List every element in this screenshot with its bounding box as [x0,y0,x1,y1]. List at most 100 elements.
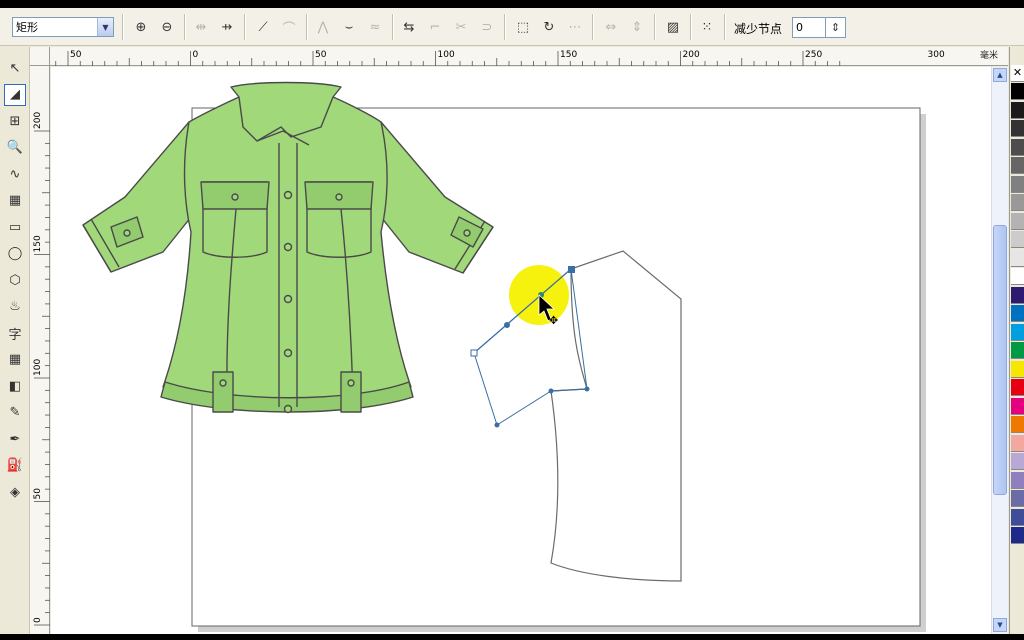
reduce-nodes-input[interactable]: 0 [792,17,826,38]
pick-tool[interactable]: ↖ [4,57,26,79]
blend-icon: ◧ [8,378,22,394]
auto-close-icon[interactable]: ⊃ [478,18,496,36]
path-node[interactable] [584,386,590,392]
horizontal-ruler[interactable]: 50 0 50 100 150 200 250 300 毫米 [50,47,1008,66]
ruler-tick-label: 200 [33,112,43,129]
control-node[interactable] [470,349,478,357]
color-swatch[interactable] [1011,471,1024,489]
color-swatch[interactable] [1011,342,1024,359]
color-swatch[interactable] [1011,157,1024,174]
select-all-nodes-icon[interactable]: ⁙ [698,18,716,36]
extend-curve-icon[interactable]: ⌐ [426,18,444,36]
color-swatch[interactable] [1011,101,1024,119]
elastic-mode-icon[interactable]: ▨ [664,18,682,36]
reverse-direction-icon[interactable]: ⇆ [400,18,418,36]
polygon-tool[interactable]: ⬡ [4,269,26,291]
cusp-node-icon[interactable]: ⋀ [314,18,332,36]
left-sleeve[interactable] [82,121,192,273]
convert-to-curve-icon[interactable]: ⌒ [280,18,298,37]
rotate-nodes-icon[interactable]: ↻ [540,18,558,36]
extract-subpath-icon[interactable]: ✂ [452,18,470,36]
interactive-tool[interactable]: ◧ [4,375,26,397]
convert-to-line-icon[interactable]: ⟋ [254,18,272,36]
fill-tool[interactable]: ⛽ [4,455,26,477]
stretch-nodes-icon[interactable]: ⬚ [514,18,532,36]
color-swatch[interactable] [1011,379,1024,396]
coreldraw-window: 矩形 ▼ ⊕ ⊖ ⇹ ⇸ ⟋ ⌒ ⋀ ⌣ ≈ ⇆ ⌐ ✂ ⊃ ⬚ ↻ ⋯ ⇔ ⇕… [0,8,1024,634]
smooth-node-icon[interactable]: ⌣ [340,18,358,36]
color-swatch[interactable] [1011,212,1024,230]
rectangle-tool[interactable]: ▭ [4,216,26,238]
object-type-dropdown[interactable]: 矩形 ▼ [12,17,114,37]
path-node[interactable] [494,422,500,428]
color-swatch[interactable] [1011,360,1024,378]
arrow-icon: ↖ [9,60,21,76]
color-swatch[interactable] [1011,175,1024,193]
vertical-scrollbar[interactable]: ▲ ▼ [991,67,1008,634]
scroll-down-icon[interactable]: ▼ [993,618,1007,632]
color-swatch[interactable] [1011,323,1024,341]
shape-node-icon: ◢ [10,87,20,102]
color-swatch[interactable] [1011,138,1024,156]
color-swatch[interactable] [1011,527,1024,544]
color-swatch[interactable] [1011,194,1024,211]
path-node[interactable] [548,388,554,394]
scrollbar-thumb[interactable] [993,225,1007,495]
break-curve-icon[interactable]: ⇸ [218,18,236,36]
color-swatch[interactable] [1011,508,1024,526]
smart-fill-tool[interactable]: ▦ [4,190,26,212]
eyedropper-tool[interactable]: ✎ [4,402,26,424]
drawing-canvas[interactable]: ✥ [51,67,991,634]
add-node-icon[interactable]: ⊕ [132,18,150,36]
selected-node[interactable] [568,266,575,273]
mirror-horizontal-icon[interactable]: ⇔ [602,18,620,36]
text-tool[interactable]: 字 [4,322,26,344]
outline-tool[interactable]: ✒ [4,428,26,450]
ruler-corner[interactable] [30,47,50,66]
crop-tool[interactable]: ⊞ [4,110,26,132]
zoom-icon: 🔍 [6,140,24,155]
ruler-tick-label: 0 [33,617,43,623]
pen-nib-icon: ✒ [9,431,21,447]
color-swatch[interactable] [1011,83,1024,100]
color-swatch[interactable] [1011,490,1024,507]
ruler-ticks: 50 0 50 100 150 200 250 300 [55,50,945,66]
scroll-up-icon[interactable]: ▲ [993,68,1007,82]
zoom-tool[interactable]: 🔍 [4,137,26,159]
color-swatch[interactable] [1011,268,1024,285]
ruler-tick-label: 300 [928,50,945,60]
reduce-nodes-spinner[interactable]: ⇕ [826,17,846,38]
color-swatch[interactable] [1011,231,1024,248]
property-bar: 矩形 ▼ ⊕ ⊖ ⇹ ⇸ ⟋ ⌒ ⋀ ⌣ ≈ ⇆ ⌐ ✂ ⊃ ⬚ ↻ ⋯ ⇔ ⇕… [0,8,1024,46]
control-point[interactable] [504,322,510,328]
color-swatch[interactable] [1011,120,1024,137]
symmetrical-node-icon[interactable]: ≈ [366,18,384,36]
table-tool[interactable]: ▦ [4,349,26,371]
color-swatch[interactable] [1011,249,1024,267]
rectangle-icon: ▭ [8,219,22,235]
color-swatch[interactable] [1011,453,1024,470]
smart-fill-icon: ▦ [8,193,22,208]
ruler-tick-label: 50 [315,50,327,60]
right-hem-tab [340,371,362,413]
shape-tool[interactable]: ◢ [4,83,26,106]
color-swatch[interactable] [1011,286,1024,304]
ellipse-tool[interactable]: ◯ [4,243,26,265]
color-swatch[interactable] [1011,397,1024,415]
interactive-fill-tool[interactable]: ◈ [4,481,26,503]
color-swatch[interactable] [1011,434,1024,452]
ruler-tick-label: 250 [805,50,822,60]
ruler-tick-label: 150 [33,235,43,252]
join-nodes-icon[interactable]: ⇹ [192,18,210,36]
chevron-down-icon[interactable]: ▼ [97,18,113,36]
no-color-swatch[interactable]: ✕ [1011,65,1024,82]
basic-shapes-tool[interactable]: ♨ [4,296,26,318]
color-swatch[interactable] [1011,416,1024,433]
align-nodes-icon[interactable]: ⋯ [566,18,584,36]
freehand-tool[interactable]: ∿ [4,163,26,185]
object-type-value: 矩形 [16,21,38,34]
delete-node-icon[interactable]: ⊖ [158,18,176,36]
mirror-vertical-icon[interactable]: ⇕ [628,18,646,36]
vertical-ruler[interactable]: 200 150 100 50 0 [30,66,50,634]
color-swatch[interactable] [1011,305,1024,322]
